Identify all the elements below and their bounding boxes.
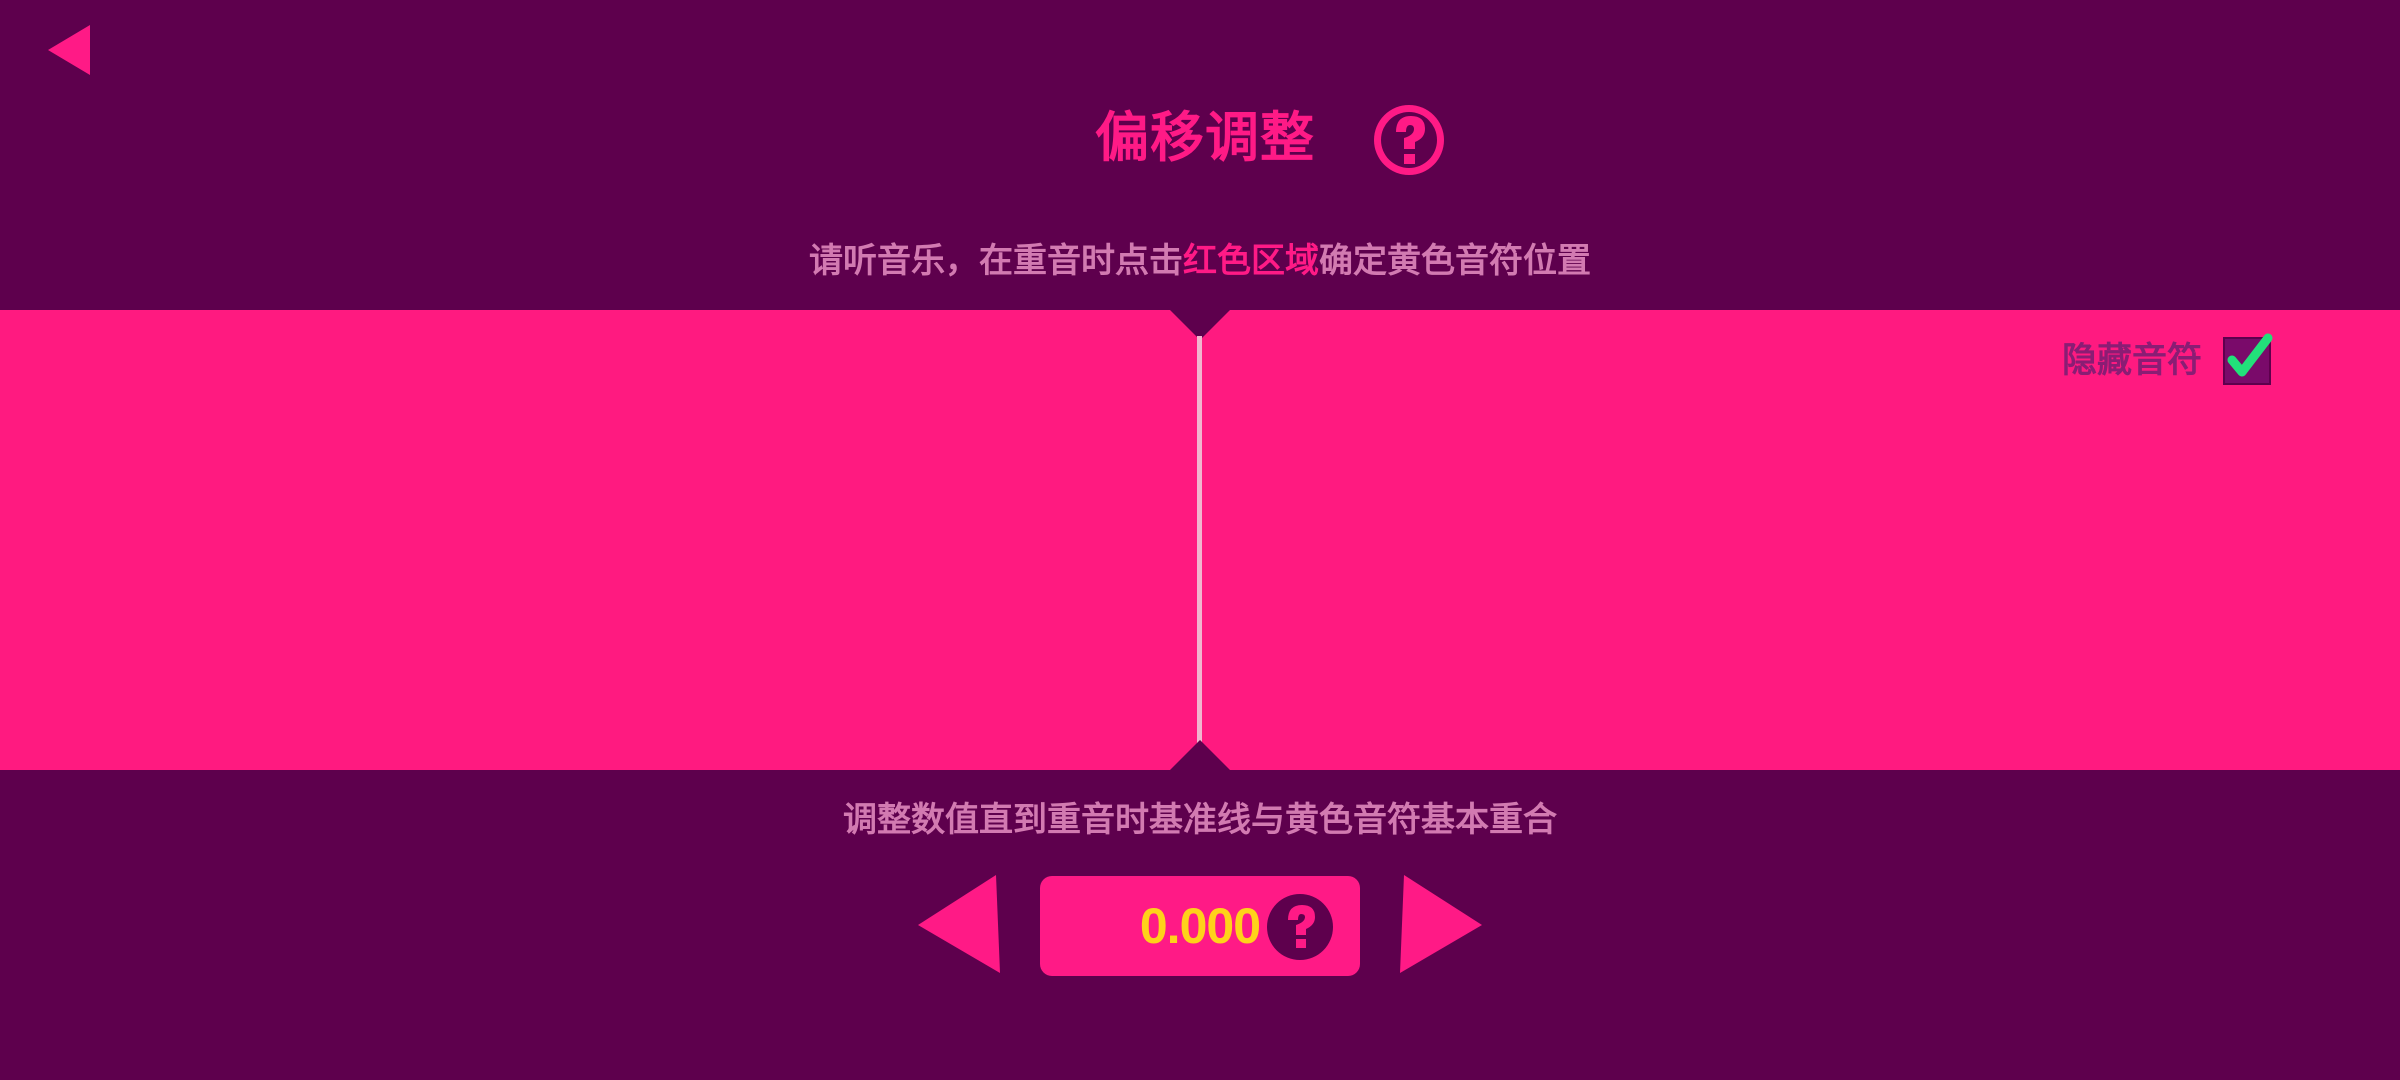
page-title: 偏移调整	[1095, 106, 1315, 169]
adjust-instruction: 调整数值直到重音时基准线与黄色音符基本重合	[843, 800, 1557, 840]
offset-help-button[interactable]	[1265, 892, 1335, 962]
instruction-text-after: 确定黄色音符位置	[1319, 241, 1591, 281]
offset-value-box: 0.000	[1040, 876, 1360, 976]
offset-adjust-screen: 偏移调整 请听音乐，在重音时点击红色区域确定黄色音符位置 隐藏音符 调整数值直到…	[0, 0, 2400, 1080]
checkmark-icon	[2223, 333, 2273, 385]
increase-offset-button[interactable]	[1398, 873, 1484, 977]
hide-notes-checkbox[interactable]	[2222, 330, 2278, 386]
offset-value: 0.000	[1139, 898, 1261, 954]
listen-instruction: 请听音乐，在重音时点击红色区域确定黄色音符位置	[0, 236, 2400, 286]
question-mark-icon	[1374, 105, 1444, 175]
back-arrow-icon	[48, 25, 90, 75]
left-triangle-icon	[918, 875, 1000, 973]
instruction-highlight: 红色区域	[1183, 241, 1319, 281]
hide-notes-label: 隐藏音符	[2062, 341, 2203, 381]
bottom-marker	[1170, 740, 1230, 770]
decrease-offset-button[interactable]	[916, 873, 1002, 977]
question-mark-icon	[1267, 894, 1333, 960]
back-button[interactable]	[40, 20, 100, 80]
instruction-text-before: 请听音乐，在重音时点击	[809, 241, 1183, 281]
help-button[interactable]	[1369, 100, 1449, 180]
reference-line	[1197, 336, 1202, 744]
right-triangle-icon	[1400, 875, 1482, 973]
